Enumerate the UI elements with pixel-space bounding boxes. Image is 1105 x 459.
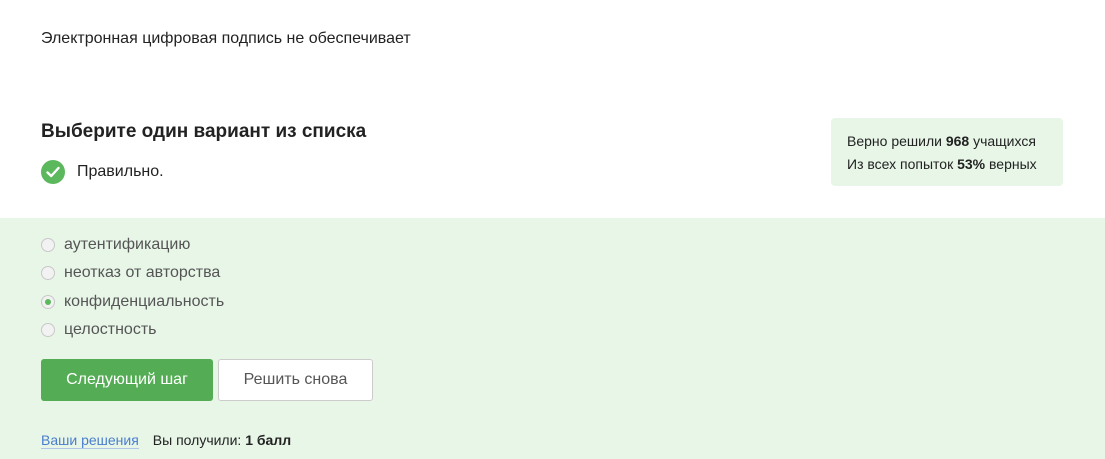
- radio-button[interactable]: [41, 323, 55, 337]
- option-non-repudiation[interactable]: неотказ от авторства: [41, 264, 220, 282]
- retry-button[interactable]: Решить снова: [218, 359, 373, 401]
- page: Электронная цифровая подпись не обеспечи…: [0, 0, 1105, 459]
- stats-solved-line: Верно решили 968 учащихся: [847, 130, 1063, 153]
- option-label: неотказ от авторства: [64, 264, 221, 281]
- stats-solved-count: 968: [945, 133, 970, 149]
- score-value: 1 балл: [245, 432, 292, 448]
- stats-percent-suffix: верных: [989, 156, 1037, 172]
- result-status: Правильно.: [41, 160, 164, 184]
- solutions-link[interactable]: Ваши решения: [41, 432, 139, 449]
- stats-percent-value: 53%: [957, 156, 986, 172]
- radio-button[interactable]: [41, 266, 55, 280]
- stats-box: Верно решили 968 учащихся Из всех попыто…: [831, 118, 1063, 186]
- score-text: Вы получили: 1 балл: [153, 432, 291, 448]
- option-label: аутентификацию: [64, 236, 191, 253]
- result-text: Правильно.: [77, 163, 164, 180]
- options-area: аутентификацию неотказ от авторства конф…: [0, 218, 1105, 459]
- check-icon: [41, 160, 65, 184]
- option-label: целостность: [64, 321, 157, 338]
- option-integrity[interactable]: целостность: [41, 321, 157, 339]
- score-prefix: Вы получили:: [152, 432, 242, 448]
- radio-button[interactable]: [41, 238, 55, 252]
- instruction-heading: Выберите один вариант из списка: [41, 121, 367, 142]
- stats-solved-prefix: Верно решили: [847, 133, 942, 149]
- stats-percent-line: Из всех попыток 53% верных: [847, 153, 1063, 176]
- option-authentication[interactable]: аутентификацию: [41, 236, 190, 254]
- radio-button-selected[interactable]: [41, 295, 55, 309]
- option-label: конфиденциальность: [64, 293, 225, 310]
- stats-solved-suffix: учащихся: [973, 133, 1036, 149]
- option-confidentiality[interactable]: конфиденциальность: [41, 293, 224, 311]
- footer: Ваши решения Вы получили: 1 балл: [41, 432, 291, 449]
- next-step-button[interactable]: Следующий шаг: [41, 359, 213, 401]
- stats-percent-prefix: Из всех попыток: [847, 156, 954, 172]
- question-text: Электронная цифровая подпись не обеспечи…: [41, 30, 411, 47]
